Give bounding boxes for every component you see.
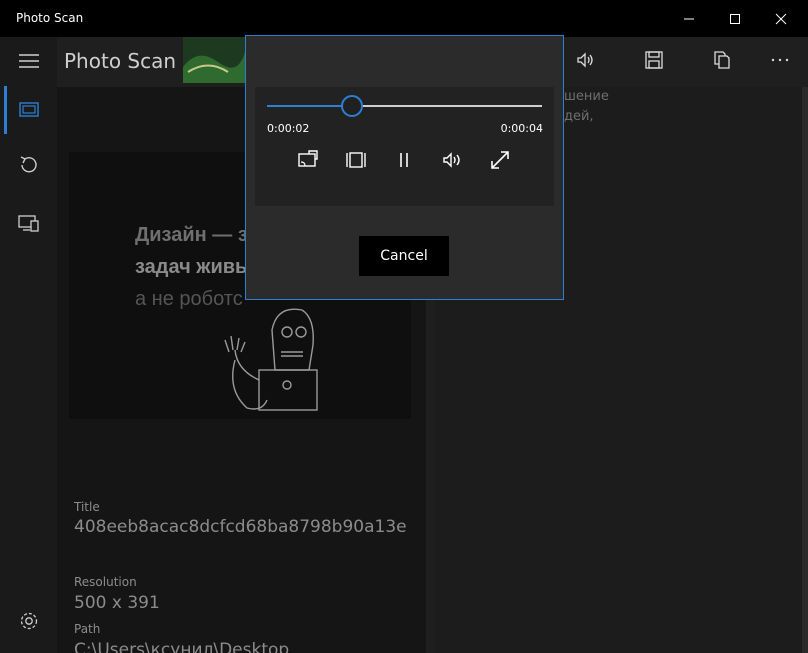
hamburger-icon: [18, 54, 39, 68]
left-rail: [0, 37, 57, 653]
settings-icon: [20, 612, 37, 630]
path-value: C:\Users\ксунил\Desktop: [74, 640, 290, 653]
total-time: 0:00:04: [500, 122, 543, 135]
more-button[interactable]: [768, 48, 792, 72]
devices-icon: [17, 215, 39, 232]
fullscreen-icon: [491, 151, 509, 169]
maximize-icon: [730, 13, 740, 24]
history-icon: [20, 156, 37, 173]
minimize-icon: [684, 18, 694, 19]
vertical-scrollbar[interactable]: [802, 87, 808, 653]
maximize-button[interactable]: [712, 0, 758, 37]
thumbnail-image: [183, 37, 245, 83]
preview-text-line-1: Дизайн — з: [135, 224, 248, 246]
title-value: 408eeb8acac8dcfcd68ba8798b90a13e: [74, 517, 407, 537]
aspect-ratio-icon: [346, 152, 366, 168]
seek-bar[interactable]: [267, 105, 542, 107]
right-text-line-2: дей,: [564, 109, 594, 124]
volume-button[interactable]: [439, 147, 465, 173]
pause-icon: [400, 153, 408, 167]
robot-illustration: [224, 308, 318, 411]
path-label: Path: [74, 622, 101, 636]
volume-icon: [577, 52, 593, 68]
fullscreen-button[interactable]: [487, 147, 513, 173]
minimize-button[interactable]: [666, 0, 712, 37]
aspect-ratio-button[interactable]: [343, 147, 369, 173]
copy-icon: [714, 51, 730, 69]
right-text-line-1: шение: [564, 89, 609, 104]
save-icon: [645, 51, 663, 69]
title-label: Title: [74, 500, 100, 514]
seek-thumb[interactable]: [341, 95, 363, 117]
close-button[interactable]: [758, 0, 804, 37]
volume-toolbar-button[interactable]: [573, 48, 597, 72]
save-button[interactable]: [642, 48, 666, 72]
copy-button[interactable]: [710, 48, 734, 72]
cancel-button[interactable]: Cancel: [359, 236, 449, 276]
window-title: Photo Scan: [16, 11, 84, 25]
more-icon: [771, 58, 789, 62]
resolution-value: 500 x 391: [74, 593, 160, 613]
resolution-label: Resolution: [74, 575, 137, 589]
media-dialog: 0:00:02 0:00:04 Cancel: [245, 35, 564, 300]
image-thumbnail[interactable]: [183, 37, 245, 83]
nav-devices[interactable]: [0, 199, 57, 247]
settings-button[interactable]: [0, 597, 57, 645]
app-title: Photo Scan: [64, 49, 177, 73]
pause-button[interactable]: [391, 147, 417, 173]
menu-button[interactable]: [0, 37, 57, 85]
nav-photos[interactable]: [0, 86, 57, 134]
cast-button[interactable]: [295, 147, 321, 173]
cast-icon: [298, 150, 318, 167]
photos-icon: [18, 102, 39, 117]
preview-text-line-2: задач живы: [135, 256, 253, 278]
volume-icon: [443, 152, 460, 168]
current-time: 0:00:02: [267, 122, 310, 135]
media-player: 0:00:02 0:00:04: [255, 87, 554, 206]
close-icon: [775, 13, 787, 24]
nav-history[interactable]: [0, 141, 57, 189]
seek-bar-progress: [267, 105, 352, 107]
title-bar: Photo Scan: [0, 0, 808, 37]
